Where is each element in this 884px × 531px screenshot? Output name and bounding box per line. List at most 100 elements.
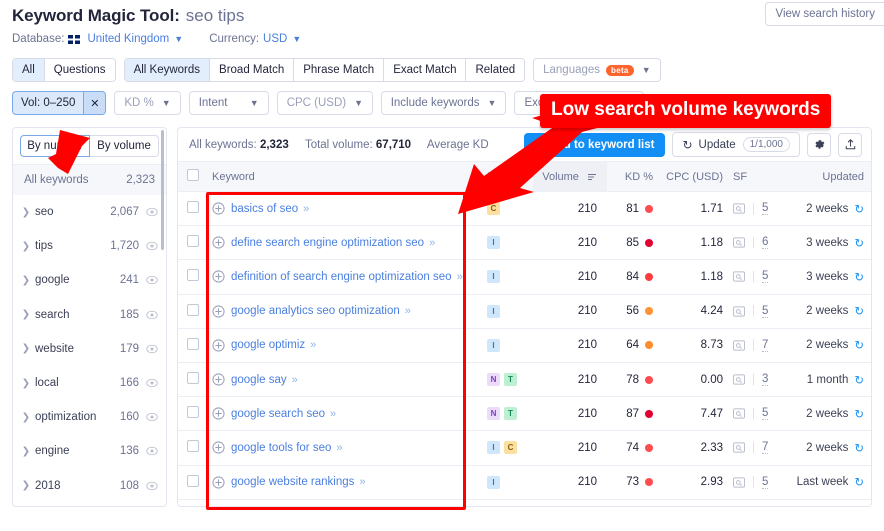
expand-chevron-icon[interactable]: » (310, 339, 316, 351)
keyword-link[interactable]: basics of seo (231, 203, 298, 215)
column-kd[interactable]: KD % (607, 161, 663, 192)
add-keyword-icon[interactable] (212, 202, 225, 215)
sf-value[interactable]: 7 (762, 441, 769, 455)
sf-value[interactable]: 5 (762, 305, 769, 318)
table-row[interactable]: google say» N T 210 78 0.00 | 3 1 month ↻ (178, 362, 871, 398)
serp-features-icon[interactable] (733, 340, 745, 351)
refresh-icon[interactable]: ↻ (854, 475, 864, 489)
database-value[interactable]: United Kingdom (87, 33, 169, 45)
sf-value[interactable]: 5 (762, 407, 769, 421)
table-row[interactable]: google analytics seo optimization » I 210 56… (178, 294, 871, 329)
refresh-icon[interactable]: ↻ (854, 407, 864, 421)
table-row[interactable]: google tools for seo» I C 210 74 2.33 | 7 2 week… (178, 430, 871, 466)
select-all-checkbox[interactable] (187, 169, 199, 181)
sidebar-group-item[interactable]: ❯ 2018 108 (13, 469, 166, 503)
keyword-link[interactable]: google search seo (231, 408, 325, 420)
expand-chevron-icon[interactable]: » (405, 305, 411, 317)
refresh-icon[interactable]: ↻ (854, 270, 864, 284)
sidebar-group-item[interactable]: ❯ local 166 (13, 366, 166, 400)
add-keyword-icon[interactable] (212, 373, 225, 386)
eye-icon[interactable] (146, 274, 158, 286)
sf-value[interactable]: 7 (762, 339, 769, 352)
table-row[interactable]: define search engine optimization seo » I 2… (178, 225, 871, 261)
languages-dropdown[interactable]: Languages beta ▼ (533, 58, 661, 82)
eye-icon[interactable] (146, 377, 158, 389)
row-checkbox[interactable] (187, 303, 199, 316)
chevron-down-icon[interactable]: ▼ (174, 34, 183, 44)
serp-features-icon[interactable] (733, 408, 745, 419)
sf-value[interactable]: 3 (762, 373, 769, 387)
serp-features-icon[interactable] (733, 203, 745, 214)
eye-icon[interactable] (146, 206, 158, 218)
row-checkbox[interactable] (187, 406, 199, 419)
sf-value[interactable]: 5 (762, 476, 769, 489)
chevron-down-icon[interactable]: ▼ (292, 34, 301, 44)
sf-value[interactable]: 6 (762, 236, 769, 250)
sidebar-scrollbar[interactable] (161, 130, 164, 250)
currency-value[interactable]: USD (263, 33, 287, 45)
row-checkbox[interactable] (187, 440, 199, 453)
expand-chevron-icon[interactable]: » (457, 271, 463, 283)
table-row[interactable]: definition of search engine optimization… (178, 259, 871, 295)
settings-gear-button[interactable] (807, 132, 831, 157)
column-keyword[interactable]: Keyword (208, 161, 487, 192)
add-to-keyword-list-button[interactable]: + Add to keyword list (524, 132, 666, 157)
refresh-icon[interactable]: ↻ (854, 236, 864, 250)
sidebar-group-item[interactable]: ❯ optimization 160 (13, 400, 166, 434)
keyword-link[interactable]: google say (231, 374, 287, 386)
add-keyword-icon[interactable] (212, 407, 225, 420)
eye-icon[interactable] (146, 309, 158, 321)
chevron-right-icon[interactable]: ❯ (19, 480, 33, 491)
serp-features-icon[interactable] (733, 271, 745, 283)
row-checkbox[interactable] (187, 269, 199, 282)
add-keyword-icon[interactable] (212, 270, 225, 284)
tab-broad-match[interactable]: Broad Match (210, 59, 295, 81)
volume-filter-chip[interactable]: Vol: 0–250 ✕ (12, 91, 107, 115)
expand-chevron-icon[interactable]: » (359, 476, 365, 488)
table-row[interactable]: google website rankings» I 210 73 2.93 | 5 Last… (178, 465, 871, 500)
keyword-link[interactable]: google website rankings (231, 476, 354, 488)
eye-icon[interactable] (146, 343, 158, 355)
column-volume[interactable]: Volume (533, 161, 607, 192)
row-checkbox[interactable] (187, 235, 199, 248)
column-cpc[interactable]: CPC (USD) (663, 161, 723, 192)
sidebar-group-item[interactable]: ❯ranking106 (13, 503, 166, 506)
sidebar-group-item[interactable]: ❯ tips 1,720 (13, 229, 166, 263)
refresh-icon[interactable]: ↻ (854, 304, 864, 318)
tab-all[interactable]: All (13, 59, 45, 81)
sort-by-volume-button[interactable]: By volume (90, 135, 159, 157)
tab-related[interactable]: Related (466, 59, 525, 81)
refresh-icon[interactable]: ↻ (854, 373, 864, 387)
chevron-right-icon[interactable]: ❯ (19, 446, 33, 457)
sidebar-group-item[interactable]: ❯ website 179 (13, 332, 166, 366)
include-keywords-dropdown[interactable]: Include keywords ▼ (380, 91, 507, 115)
close-icon[interactable]: ✕ (83, 92, 106, 114)
serp-features-icon[interactable] (733, 476, 745, 488)
sf-value[interactable]: 5 (762, 202, 769, 216)
chevron-right-icon[interactable]: ❯ (19, 343, 33, 354)
export-button[interactable] (838, 132, 862, 157)
expand-chevron-icon[interactable]: » (336, 442, 342, 454)
refresh-icon[interactable]: ↻ (854, 202, 864, 216)
serp-features-icon[interactable] (733, 374, 745, 385)
row-checkbox[interactable] (187, 201, 199, 214)
sidebar-group-item[interactable]: ❯ google 241 (13, 263, 166, 297)
table-row[interactable]: google optimiz» I 210 64 8.73 | 7 2 weeks ↻ (178, 328, 871, 363)
keyword-link[interactable]: google optimiz (231, 339, 305, 351)
keyword-link[interactable]: google tools for seo (231, 442, 331, 454)
intent-dropdown[interactable]: Intent ▼ (188, 91, 269, 115)
chevron-right-icon[interactable]: ❯ (19, 275, 33, 286)
refresh-icon[interactable]: ↻ (854, 338, 864, 352)
kd-dropdown[interactable]: KD % ▼ (114, 91, 181, 115)
serp-features-icon[interactable] (733, 237, 745, 248)
sidebar-group-item[interactable]: ❯ search 185 (13, 298, 166, 332)
chevron-right-icon[interactable]: ❯ (19, 309, 33, 320)
add-keyword-icon[interactable] (212, 236, 225, 249)
tab-exact-match[interactable]: Exact Match (384, 59, 467, 81)
column-sf[interactable]: SF (723, 161, 785, 192)
expand-chevron-icon[interactable]: » (330, 408, 336, 420)
row-checkbox[interactable] (187, 474, 199, 487)
table-row[interactable]: how to enhance seo»I210772.35|52 weeks↻ (178, 499, 871, 506)
sidebar-group-item[interactable]: ❯ engine 136 (13, 434, 166, 468)
column-updated[interactable]: Updated (785, 161, 871, 192)
